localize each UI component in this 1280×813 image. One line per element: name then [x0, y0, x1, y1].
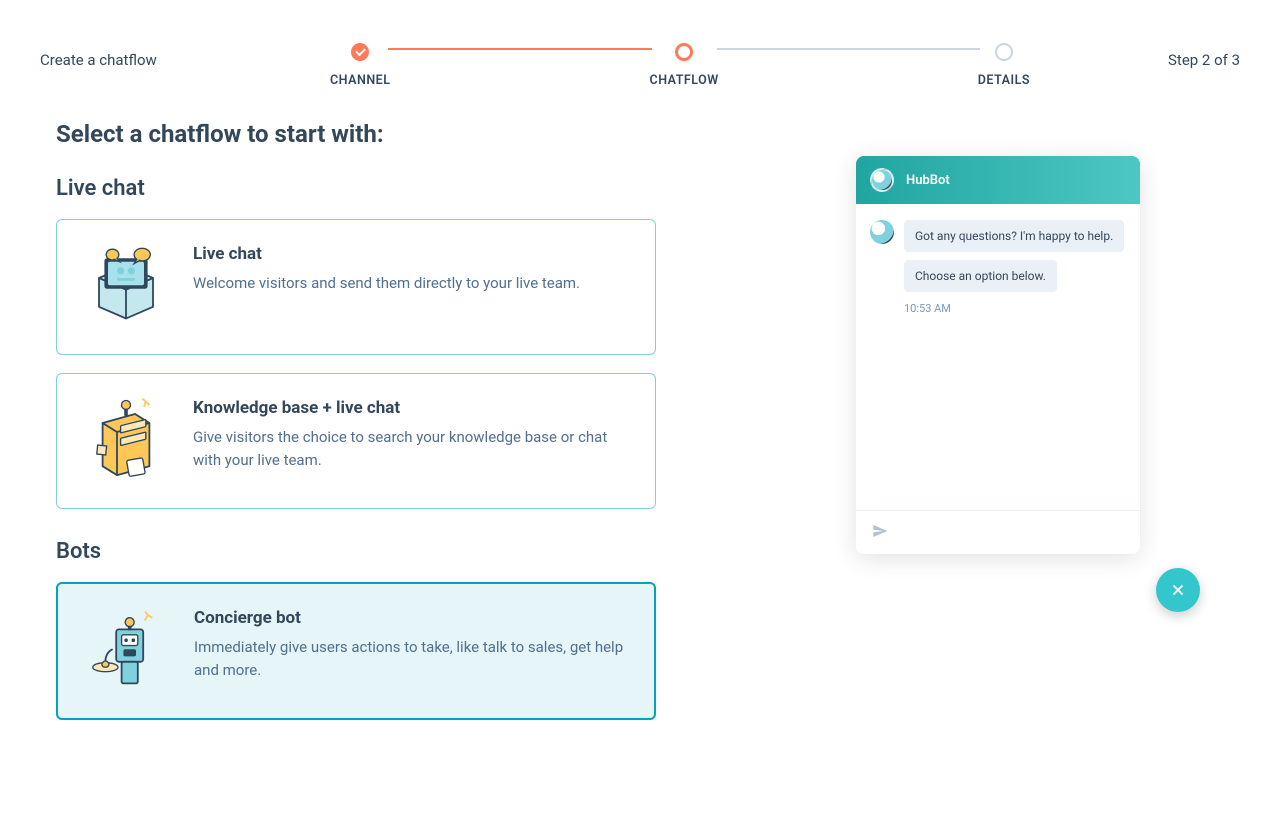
- chat-message: Got any questions? I'm happy to help.: [904, 220, 1124, 252]
- step-label: DETAILS: [978, 73, 1030, 88]
- bot-name: HubBot: [906, 173, 950, 188]
- bot-avatar-icon: [870, 220, 894, 244]
- step-line: [388, 48, 651, 50]
- card-concierge-bot[interactable]: Concierge bot Immediately give users act…: [56, 582, 656, 720]
- card-title: Knowledge base + live chat: [193, 398, 631, 418]
- step-chatflow[interactable]: CHATFLOW: [650, 43, 719, 88]
- card-desc: Welcome visitors and send them directly …: [193, 272, 631, 295]
- step-channel[interactable]: CHANNEL: [330, 43, 390, 88]
- card-desc: Immediately give users actions to take, …: [194, 636, 630, 681]
- chat-message: Choose an option below.: [904, 260, 1057, 292]
- bot-avatar-icon: [870, 168, 894, 192]
- wizard-header: Create a chatflow CHANNEL CHATFLOW DETAI…: [0, 0, 1280, 120]
- step-counter: Step 2 of 3: [1100, 51, 1240, 69]
- chat-header: HubBot: [856, 156, 1140, 204]
- template-list: Select a chatflow to start with: Live ch…: [56, 120, 656, 738]
- card-title: Concierge bot: [194, 608, 630, 628]
- step-dot-done: [351, 43, 369, 61]
- wizard-title: Create a chatflow: [40, 51, 260, 69]
- step-label: CHATFLOW: [650, 73, 719, 88]
- close-chat-button[interactable]: [1156, 568, 1200, 612]
- card-desc: Give visitors the choice to search your …: [193, 426, 631, 471]
- card-title: Live chat: [193, 244, 631, 264]
- card-kb-live-chat[interactable]: Knowledge base + live chat Give visitors…: [56, 373, 656, 509]
- section-live-chat: Live chat: [56, 176, 656, 201]
- send-icon[interactable]: [872, 523, 888, 543]
- chat-preview-area: HubBot Got any questions? I'm happy to h…: [716, 120, 1224, 738]
- stepper: CHANNEL CHATFLOW DETAILS: [260, 33, 1100, 88]
- laptop-chat-icon: [81, 242, 171, 332]
- chat-timestamp: 10:53 AM: [904, 302, 1126, 315]
- card-live-chat[interactable]: Live chat Welcome visitors and send them…: [56, 219, 656, 355]
- chat-preview-window: HubBot Got any questions? I'm happy to h…: [856, 156, 1140, 554]
- section-bots: Bots: [56, 539, 656, 564]
- step-label: CHANNEL: [330, 73, 390, 88]
- concierge-bot-icon: [82, 606, 172, 696]
- step-details[interactable]: DETAILS: [978, 43, 1030, 88]
- chat-body: Got any questions? I'm happy to help. Ch…: [856, 204, 1140, 510]
- step-dot: [995, 43, 1013, 61]
- step-line: [717, 48, 980, 50]
- file-cabinet-icon: [81, 396, 171, 486]
- chat-input-area[interactable]: [856, 510, 1140, 554]
- step-dot-active: [675, 43, 693, 61]
- page-heading: Select a chatflow to start with:: [56, 120, 656, 148]
